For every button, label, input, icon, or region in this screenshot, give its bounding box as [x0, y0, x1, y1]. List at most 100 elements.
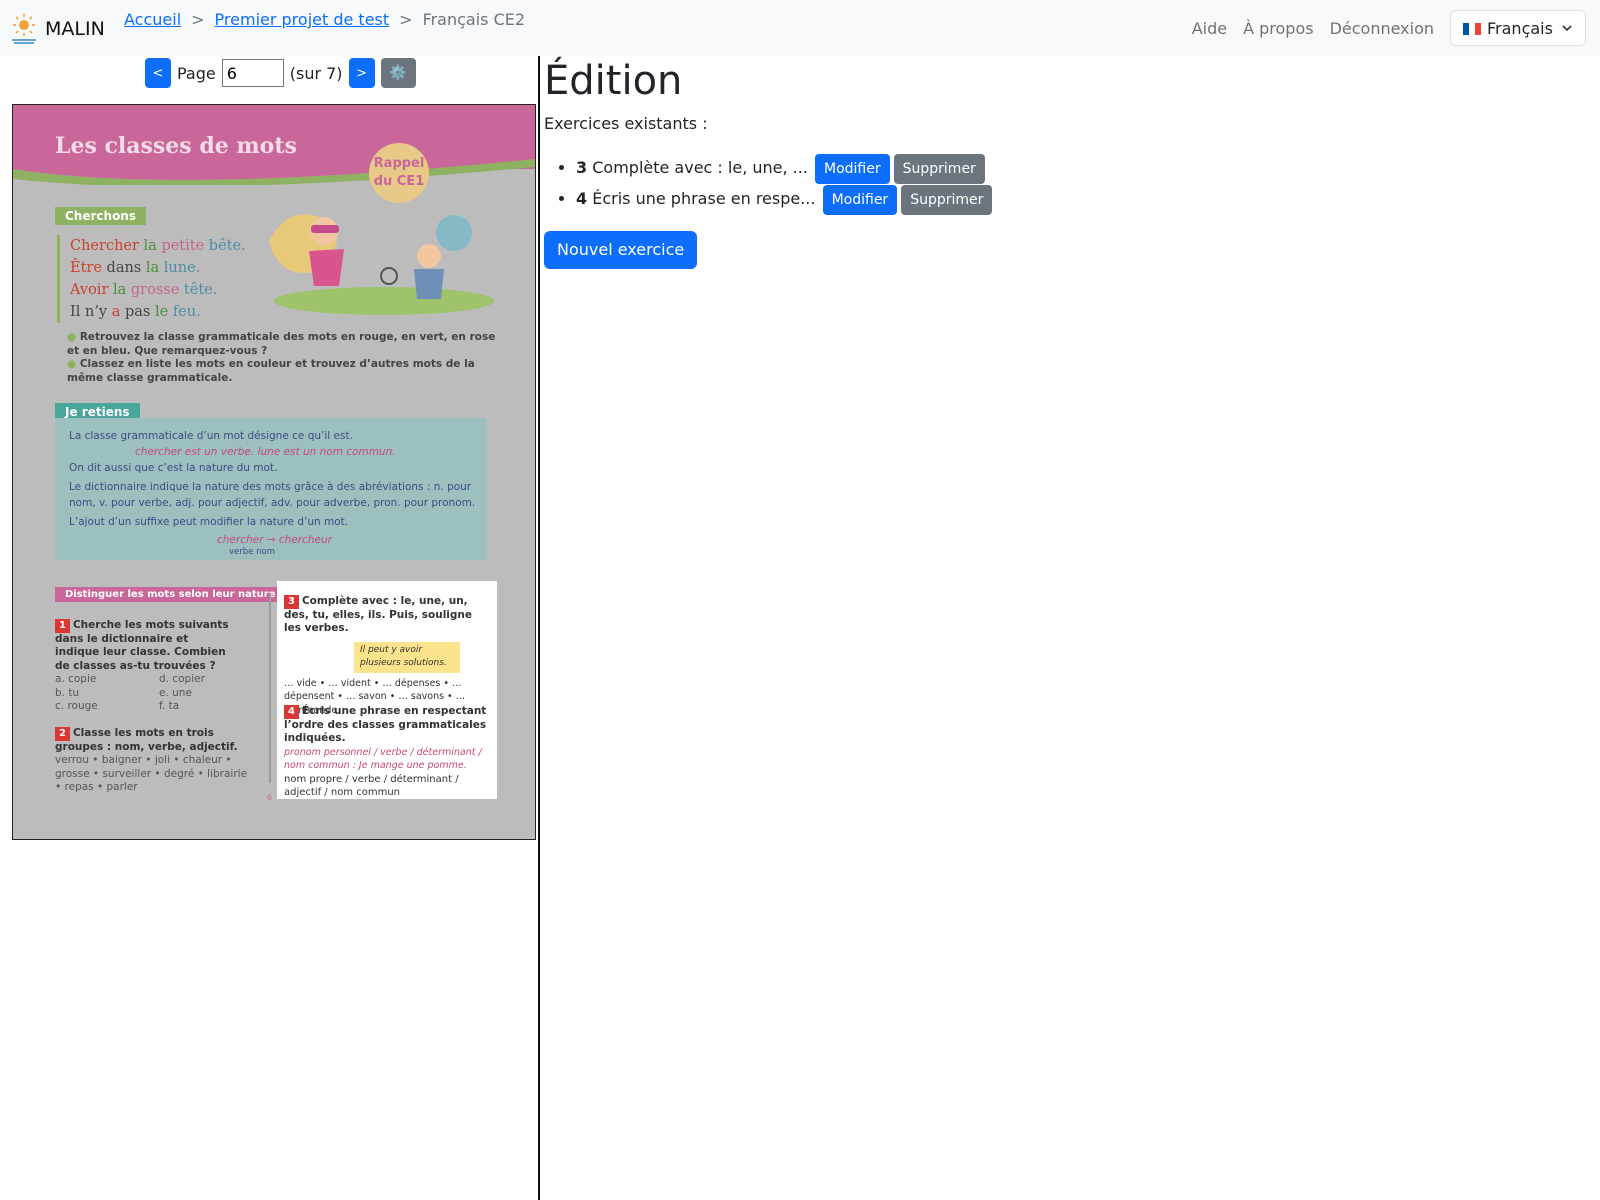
exercise-title: Écris une phrase en respectant l’ordre d… — [284, 705, 487, 744]
exercise-title: Complète avec : le, une, un, des, tu, el… — [284, 595, 473, 634]
poem: Chercher la petite bête. Être dans la lun… — [57, 235, 246, 323]
rappel-badge: Rappel du CE1 — [369, 143, 429, 203]
new-exercise-button[interactable]: Nouvel exercice — [544, 231, 698, 269]
exercise-number: 3 — [284, 595, 299, 609]
page-number: 6 — [267, 793, 273, 802]
bullet-icon: ● — [67, 331, 77, 343]
tag-cherchons: Cherchons — [55, 207, 146, 225]
exercise-4: 4 Écris une phrase en respectant l’ordre … — [284, 705, 490, 800]
modify-button[interactable]: Modifier — [822, 184, 898, 215]
next-page-button[interactable]: > — [348, 58, 375, 88]
textbook-page[interactable]: Les classes de mots Rappel du CE1 Cherch… — [12, 104, 536, 840]
poem-word: la — [143, 238, 157, 254]
page-title: Édition — [544, 58, 683, 104]
rule-text: L’ajout d’un suffixe peut modifier la na… — [69, 516, 349, 528]
poem-word: bête. — [208, 238, 246, 254]
poem-word: grosse — [130, 282, 180, 298]
pdf-viewer-pane: < Page (sur 7) > ⚙️ Les classes de mots … — [0, 56, 538, 1200]
chevron-down-icon — [1562, 25, 1572, 32]
poem-word: le — [154, 304, 169, 320]
poem-word: Être — [70, 260, 102, 276]
gear-icon: ⚙️ — [389, 65, 407, 81]
exercise-number: 4 — [576, 189, 588, 208]
top-navbar: MALIN Accueil > Premier projet de test >… — [0, 0, 1600, 56]
exercise-task: nom propre / verbe / déterminant / adjec… — [284, 773, 459, 799]
poem-word: dans — [106, 260, 142, 276]
existing-exercises-label: Exercices existants : — [544, 114, 708, 133]
nav-right: Aide À propos Déconnexion Français — [1192, 10, 1586, 46]
poem-word: lune. — [163, 260, 201, 276]
exercise-number: 2 — [55, 727, 70, 741]
list-item: 3 Complète avec : le, une, ... ModifierS… — [576, 152, 992, 184]
language-select[interactable]: Français — [1450, 10, 1586, 46]
sun-logo-icon — [10, 12, 38, 46]
page-label: Page — [177, 63, 216, 83]
page-total: (sur 7) — [289, 63, 343, 83]
pane-divider[interactable] — [538, 56, 540, 1200]
exercise-list: 3 Complète avec : le, une, ... ModifierS… — [544, 152, 993, 215]
poem-line: Chercher la petite bête. — [70, 235, 246, 257]
delete-button[interactable]: Supprimer — [901, 184, 993, 215]
poem-word: Chercher — [70, 238, 139, 254]
exercise-number: 4 — [284, 705, 299, 719]
exercise-title: Cherche les mots suivants dans le dictio… — [55, 619, 229, 672]
breadcrumb: Accueil > Premier projet de test > Franç… — [124, 10, 525, 29]
exercise-item: e. une — [159, 686, 192, 699]
exercise-2: 2 Classe les mots en trois groupes : nom,… — [55, 727, 255, 795]
poem-line: Il n’y a pas le feu. — [70, 301, 246, 323]
rule-text: Le dictionnaire indique la nature des mo… — [69, 481, 476, 509]
exercise-1: 1 Cherche les mots suivants dans le dicti… — [55, 619, 235, 714]
poem-word: petite — [161, 238, 205, 254]
rule-text: La classe grammaticale d’un mot désigne … — [69, 430, 353, 442]
exercise-title: Classe les mots en trois groupes : nom, … — [55, 727, 238, 753]
breadcrumb-separator: > — [399, 10, 413, 29]
exercise-item: a. copie — [55, 673, 97, 685]
tag-distinguer: Distinguer les mots selon leur nature — [55, 587, 286, 602]
poem-word: Avoir — [70, 282, 109, 298]
poem-word: a — [111, 304, 121, 320]
exercise-summary: Complète avec : le, une, ... — [592, 158, 808, 177]
about-link[interactable]: À propos — [1243, 19, 1313, 38]
brand[interactable]: MALIN — [10, 12, 105, 46]
rappel-line: Rappel — [373, 156, 425, 171]
poem-word: tête. — [183, 282, 218, 298]
breadcrumb-current: Français CE2 — [422, 10, 526, 29]
rule-suffix-caption: verbe nom — [229, 547, 275, 557]
poem-line: Être dans la lune. — [70, 257, 246, 279]
language-value: Français — [1463, 19, 1553, 38]
breadcrumb-project[interactable]: Premier projet de test — [215, 10, 390, 29]
previous-page-button[interactable]: < — [145, 58, 171, 88]
rappel-line: du CE1 — [373, 174, 425, 189]
hint-bubble: Il peut y avoir plusieurs solutions. — [354, 641, 460, 673]
rule-example: chercher est un verbe. lune est un nom c… — [135, 446, 396, 458]
breadcrumb-separator: > — [191, 10, 205, 29]
language-label: Français — [1487, 18, 1553, 38]
poem-word: la — [145, 260, 160, 276]
selected-exercises-box: 3 Complète avec : le, une, un, des, tu, e… — [277, 581, 497, 799]
children-illustration — [269, 214, 494, 315]
bullet-icon: ● — [67, 358, 77, 370]
breadcrumb-home[interactable]: Accueil — [124, 10, 181, 29]
exercise-item: b. tu — [55, 686, 80, 699]
poem-word: pas — [125, 304, 151, 320]
help-link[interactable]: Aide — [1192, 19, 1227, 38]
delete-button[interactable]: Supprimer — [893, 153, 985, 184]
logout-link[interactable]: Déconnexion — [1330, 19, 1434, 38]
poem-line: Avoir la grosse tête. — [70, 279, 246, 301]
exercise-1-items: a. copie d. copier b. tu e. une c. rouge… — [55, 673, 235, 714]
brand-name: MALIN — [45, 18, 105, 40]
editor-pane: Édition Exercices existants : 3 Complète… — [544, 56, 1594, 1200]
je-retiens-box: La classe grammaticale d’un mot désigne … — [55, 418, 487, 560]
poem-word: feu. — [172, 304, 201, 320]
page-number-input[interactable] — [221, 59, 284, 87]
settings-button[interactable]: ⚙️ — [380, 58, 416, 88]
modify-button[interactable]: Modifier — [815, 153, 890, 184]
exercise-number: 3 — [576, 158, 588, 177]
list-item: 4 Écris une phrase en respe... ModifierS… — [576, 183, 993, 215]
lesson-title: Les classes de mots — [55, 133, 297, 159]
rule-text: On dit aussi que c’est la nature du mot. — [69, 462, 278, 474]
french-flag-icon — [1463, 22, 1481, 35]
exercise-example: pronom personnel / verbe / déterminant /… — [284, 746, 482, 772]
cherchons-instructions: ● Retrouvez la classe grammaticale des m… — [67, 331, 499, 385]
header-wave — [13, 155, 535, 185]
